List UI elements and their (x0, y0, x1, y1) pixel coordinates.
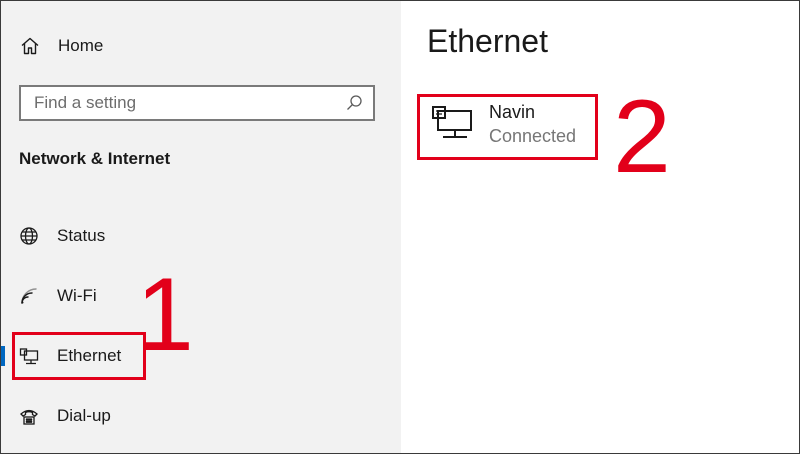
wifi-icon (18, 285, 40, 307)
sidebar-item-label: Dial-up (57, 406, 111, 425)
connection-name: Navin (489, 102, 536, 122)
page-title: Ethernet (427, 23, 548, 59)
home-icon (19, 35, 41, 57)
home-nav-item[interactable]: Home (19, 33, 103, 59)
main-content: Ethernet Navin Connected 2 (401, 1, 799, 453)
sidebar-item-label: Ethernet (57, 346, 122, 365)
search-icon[interactable] (343, 92, 365, 114)
sidebar-item-ethernet[interactable]: Ethernet (1, 336, 401, 376)
connection-status: Connected (489, 126, 577, 146)
connection-texts: Navin Connected (489, 101, 576, 149)
ethernet-icon (18, 345, 40, 367)
home-label: Home (58, 36, 104, 55)
selection-indicator (1, 346, 5, 366)
sidebar-item-status[interactable]: Status (1, 216, 401, 256)
settings-window: Home Network & Internet Status (0, 0, 800, 454)
annotation-number-2: 2 (613, 79, 671, 195)
sidebar-item-dialup[interactable]: Dial-up (1, 396, 401, 436)
section-title: Network & Internet (19, 149, 171, 168)
search-box[interactable] (19, 85, 375, 121)
ethernet-network-icon (431, 103, 475, 147)
sidebar-item-label: Wi-Fi (57, 286, 97, 305)
sidebar-item-wifi[interactable]: Wi-Fi (1, 276, 401, 316)
globe-icon (18, 225, 40, 247)
sidebar: Home Network & Internet Status (1, 1, 401, 453)
dialup-icon (18, 405, 40, 427)
search-input[interactable] (34, 93, 343, 113)
ethernet-connection-item[interactable]: Navin Connected (431, 101, 591, 153)
sidebar-item-label: Status (57, 226, 106, 245)
